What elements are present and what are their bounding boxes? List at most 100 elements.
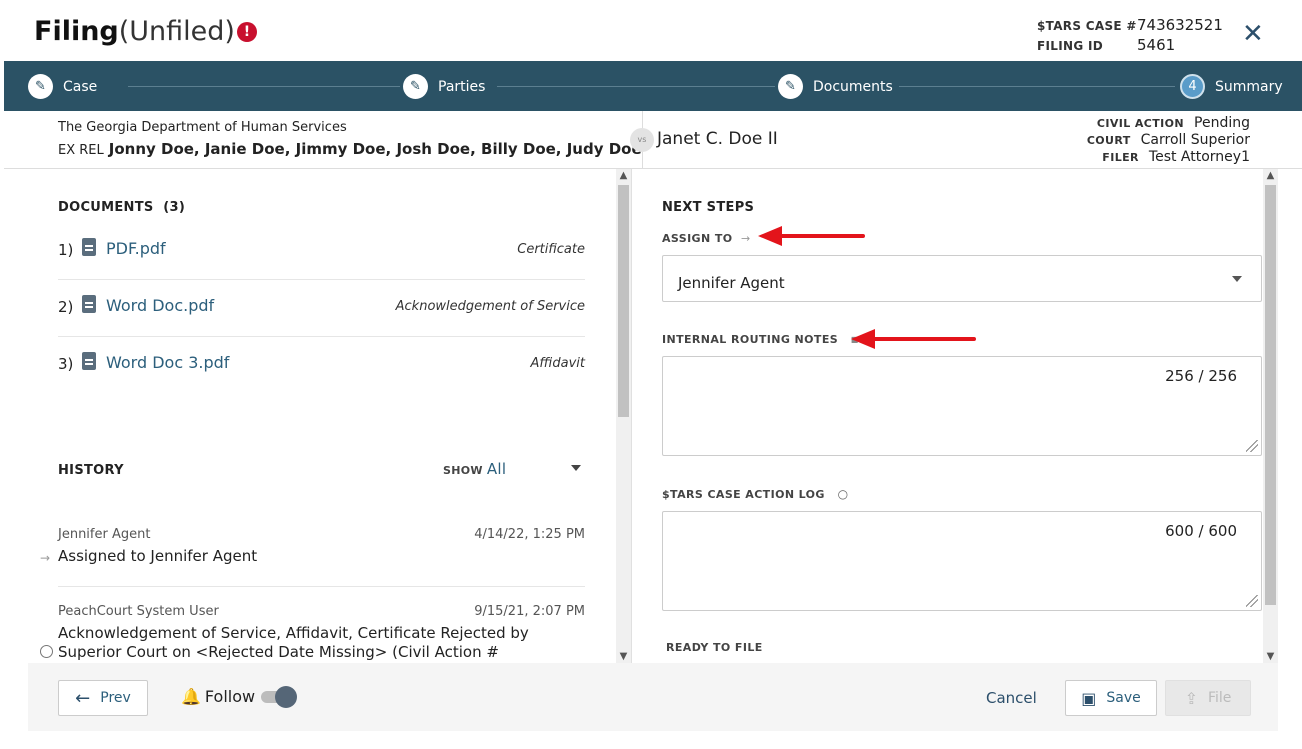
action-log-textarea[interactable]: 600 / 600	[662, 511, 1262, 611]
cancel-button[interactable]: Cancel	[986, 689, 1037, 707]
arrow-right-icon: →	[740, 232, 751, 245]
arrow-left-icon: ←	[75, 687, 91, 709]
save-icon: ▣	[1081, 688, 1097, 708]
page-title: Filing(Unfiled)!	[34, 16, 257, 47]
show-label: SHOW	[443, 464, 483, 477]
documents-count: (3)	[163, 200, 186, 215]
step-label: Summary	[1215, 78, 1283, 95]
routing-notes-textarea[interactable]: 256 / 256	[662, 356, 1262, 456]
step-connector	[899, 86, 1175, 87]
pencil-icon: ✎	[778, 74, 803, 99]
save-label: Save	[1106, 690, 1141, 706]
upload-icon: ⇪	[1184, 688, 1198, 708]
document-type: Affidavit	[530, 356, 585, 371]
annotation-arrow-icon	[851, 329, 976, 349]
follow-toggle[interactable]	[261, 685, 297, 709]
document-link[interactable]: Word Doc 3.pdf	[106, 353, 229, 372]
arrow-shaft	[868, 337, 976, 341]
exrel-line: EX REL Jonny Doe, Janie Doe, Jimmy Doe, J…	[58, 140, 642, 158]
parties-strip: The Georgia Department of Human Services…	[4, 111, 1302, 169]
right-panel: NEXT STEPS ASSIGN TO → Jennifer Agent IN…	[631, 169, 1263, 663]
exrel-names: Jonny Doe, Janie Doe, Jimmy Doe, Josh Do…	[108, 140, 642, 158]
show-value: All	[486, 460, 507, 478]
step-summary[interactable]: 4 Summary	[1180, 74, 1283, 99]
pencil-icon: ✎	[28, 74, 53, 99]
court-label: COURT	[1086, 134, 1131, 147]
documents-heading: DOCUMENTS (3)	[58, 200, 185, 215]
alert-circle-icon[interactable]: !	[236, 22, 257, 42]
annotation-arrow-icon	[758, 226, 865, 246]
document-number: 2)	[58, 298, 74, 316]
filing-modal: Filing(Unfiled)! $TARS CASE #743632521 F…	[4, 0, 1302, 749]
resize-handle-icon[interactable]	[1246, 595, 1258, 607]
history-timestamp: 9/15/21, 2:07 PM	[474, 604, 585, 619]
step-label: Case	[63, 78, 98, 95]
file-button[interactable]: ⇪ File	[1165, 680, 1251, 716]
file-icon	[82, 352, 96, 370]
history-text: Assigned to Jennifer Agent	[58, 547, 258, 565]
step-number: 4	[1180, 74, 1205, 99]
document-row: 1) PDF.pdf Certificate	[58, 223, 585, 280]
assign-to-value: Jennifer Agent	[678, 274, 785, 292]
vs-badge: vs	[630, 128, 654, 152]
scrollbar-thumb[interactable]	[618, 185, 629, 417]
resize-handle-icon[interactable]	[1246, 440, 1258, 452]
pencil-icon: ✎	[403, 74, 428, 99]
step-parties[interactable]: ✎ Parties	[403, 74, 485, 99]
right-scrollbar[interactable]: ▲ ▼	[1263, 169, 1278, 663]
document-number: 1)	[58, 241, 74, 259]
filer-value: Test Attorney1	[1148, 149, 1250, 165]
step-label: Parties	[438, 78, 486, 95]
footer-bar: ← Prev 🔔 Follow Cancel ▣ Save ⇪ File	[28, 663, 1278, 731]
history-filter[interactable]: SHOW All	[443, 460, 506, 478]
circle-icon: ○	[837, 487, 849, 501]
assign-to-label-text: ASSIGN TO	[662, 232, 733, 245]
document-link[interactable]: PDF.pdf	[106, 239, 166, 258]
court-value: Carroll Superior	[1140, 132, 1250, 148]
routing-notes-label-text: INTERNAL ROUTING NOTES	[662, 333, 839, 346]
save-button[interactable]: ▣ Save	[1065, 680, 1157, 716]
document-number: 3)	[58, 355, 74, 373]
assign-to-select[interactable]: Jennifer Agent	[662, 255, 1262, 302]
scroll-up-icon[interactable]: ▲	[1263, 170, 1278, 181]
file-icon	[82, 238, 96, 256]
circle-icon	[40, 645, 53, 658]
chevron-down-icon[interactable]	[571, 465, 581, 471]
exrel-label: EX REL	[58, 143, 104, 158]
filer-label: FILER	[1102, 151, 1139, 164]
scrollbar-thumb[interactable]	[1265, 185, 1276, 605]
left-scrollbar[interactable]: ▲ ▼	[616, 169, 631, 663]
case-number-label: $TARS CASE #	[1037, 19, 1137, 33]
assign-to-label: ASSIGN TO →	[662, 232, 751, 245]
scroll-down-icon[interactable]: ▼	[1263, 651, 1278, 662]
civil-action-label: CIVIL ACTION	[1096, 117, 1185, 130]
toggle-knob	[275, 686, 297, 708]
document-type: Certificate	[517, 242, 585, 257]
step-case[interactable]: ✎ Case	[28, 74, 97, 99]
bell-icon: 🔔	[181, 687, 201, 706]
routing-notes-label: INTERNAL ROUTING NOTES ■	[662, 333, 859, 346]
document-link[interactable]: Word Doc.pdf	[106, 296, 214, 315]
scroll-up-icon[interactable]: ▲	[616, 170, 631, 181]
title-status: (Unfiled)	[118, 16, 235, 47]
case-meta: CIVIL ACTION Pending COURT Carroll Superio…	[1087, 115, 1250, 166]
prev-button[interactable]: ← Prev	[58, 680, 148, 716]
step-connector	[128, 86, 400, 87]
scroll-down-icon[interactable]: ▼	[616, 651, 631, 662]
arrow-shaft	[775, 234, 865, 238]
close-icon[interactable]: ✕	[1242, 20, 1264, 48]
step-documents[interactable]: ✎ Documents	[778, 74, 893, 99]
char-counter: 600 / 600	[1165, 522, 1237, 540]
follow-label: Follow	[204, 687, 256, 706]
chevron-down-icon	[1232, 276, 1242, 282]
next-steps-heading: NEXT STEPS	[662, 200, 755, 215]
document-row: 2) Word Doc.pdf Acknowledgement of Servi…	[58, 280, 585, 337]
follow-control[interactable]: 🔔 Follow	[181, 687, 255, 706]
history-user: PeachCourt System User	[58, 604, 219, 619]
plaintiff-name: The Georgia Department of Human Services	[58, 120, 347, 135]
document-row: 3) Word Doc 3.pdf Affidavit	[58, 337, 585, 394]
history-text: Acknowledgement of Service, Affidavit, C…	[58, 624, 529, 661]
arrow-right-icon: →	[40, 551, 51, 565]
step-label: Documents	[813, 78, 893, 95]
history-timestamp: 4/14/22, 1:25 PM	[474, 527, 585, 542]
